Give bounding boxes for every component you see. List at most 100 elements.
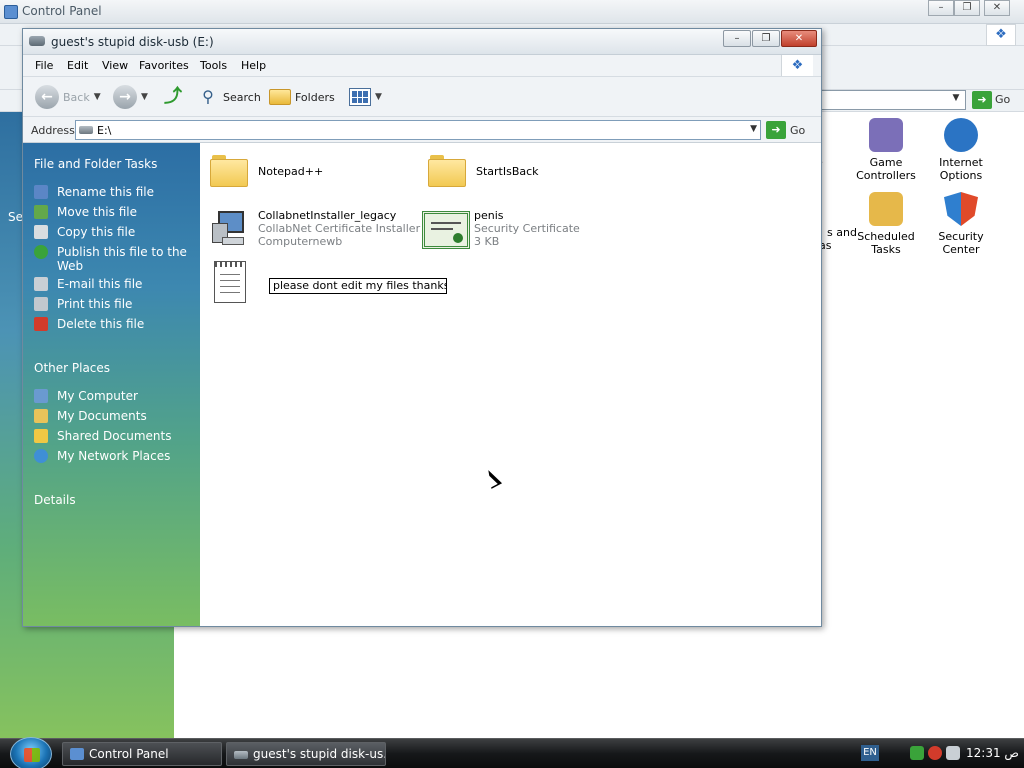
- task-print[interactable]: Print this file: [34, 297, 194, 311]
- minimize-button[interactable]: –: [723, 30, 751, 47]
- file-size: 3 KB: [474, 235, 500, 248]
- task-label: Copy this file: [57, 225, 136, 239]
- address-bar: Address E:\ ▼ ➜ Go: [23, 117, 821, 143]
- language-indicator[interactable]: EN: [861, 745, 879, 761]
- task-rename[interactable]: Rename this file: [34, 185, 194, 199]
- control-panel-address-input[interactable]: ▼: [820, 90, 966, 110]
- maximize-button[interactable]: ❐: [954, 0, 980, 16]
- task-label: Move this file: [57, 205, 137, 219]
- up-folder-icon: ⤴: [164, 86, 182, 107]
- chevron-down-icon[interactable]: ▼: [141, 92, 148, 102]
- file-folder-tasks-title[interactable]: File and Folder Tasks: [34, 157, 157, 171]
- place-my-documents[interactable]: My Documents: [34, 409, 194, 423]
- file-item-text[interactable]: please dont edit my files thanks -|: [214, 261, 474, 307]
- item-label: Scheduled Tasks: [857, 230, 915, 256]
- window-title: guest's stupid disk-usb (E:): [51, 35, 214, 49]
- menu-edit[interactable]: Edit: [67, 59, 88, 72]
- control-panel-title: Control Panel: [22, 4, 102, 18]
- control-panel-item-internet-options[interactable]: Internet Options: [923, 118, 999, 182]
- maximize-button[interactable]: ❐: [752, 30, 780, 47]
- menu-help[interactable]: Help: [241, 59, 266, 72]
- control-panel-item-scheduled-tasks[interactable]: Scheduled Tasks: [848, 192, 924, 256]
- minimize-button[interactable]: –: [928, 0, 954, 16]
- search-icon: ⚲: [202, 87, 214, 106]
- task-label: E-mail this file: [57, 277, 143, 291]
- other-places-title[interactable]: Other Places: [34, 361, 110, 375]
- task-move[interactable]: Move this file: [34, 205, 194, 219]
- address-input[interactable]: E:\ ▼: [75, 120, 761, 140]
- control-panel-icon: [70, 748, 84, 760]
- menu-view[interactable]: View: [102, 59, 128, 72]
- task-email[interactable]: E-mail this file: [34, 277, 194, 291]
- folder-icon: [210, 153, 248, 191]
- item-label: Security Center: [938, 230, 984, 256]
- start-button[interactable]: [10, 737, 52, 768]
- go-arrow-icon[interactable]: ➜: [972, 91, 992, 109]
- task-copy[interactable]: Copy this file: [34, 225, 194, 239]
- views-button[interactable]: ▼: [349, 85, 382, 109]
- folders-button[interactable]: Folders: [269, 85, 335, 109]
- copy-icon: [34, 225, 48, 239]
- scheduled-tasks-icon: [869, 192, 903, 226]
- shield-icon: [944, 192, 978, 226]
- rename-input[interactable]: please dont edit my files thanks -|: [269, 278, 447, 294]
- search-button[interactable]: ⚲ Search: [197, 85, 261, 109]
- taskbar-label: guest's stupid disk-us...: [253, 747, 386, 761]
- menu-bar: File Edit View Favorites Tools Help ❖: [23, 55, 821, 77]
- explorer-window: guest's stupid disk-usb (E:) – ❐ ✕ File …: [22, 28, 822, 627]
- task-publish-web[interactable]: Publish this file to the Web: [34, 245, 194, 273]
- tasks-pane: File and Folder Tasks Rename this file M…: [23, 143, 200, 626]
- file-item-folder[interactable]: Notepad++: [210, 153, 323, 191]
- taskbar-item-explorer[interactable]: guest's stupid disk-us...: [226, 742, 386, 766]
- up-button[interactable]: ⤴: [163, 85, 183, 109]
- network-icon[interactable]: [910, 746, 924, 760]
- go-button[interactable]: Go: [790, 124, 805, 137]
- menu-tools[interactable]: Tools: [200, 59, 227, 72]
- chevron-down-icon[interactable]: ▼: [375, 92, 382, 102]
- forward-button[interactable]: → ▼: [113, 85, 148, 109]
- back-label: Back: [63, 90, 90, 104]
- menu-favorites[interactable]: Favorites: [139, 59, 189, 72]
- my-computer-icon: [34, 389, 48, 403]
- task-label: Rename this file: [57, 185, 155, 199]
- place-network-places[interactable]: My Network Places: [34, 449, 194, 463]
- windows-logo-icon: [24, 748, 40, 762]
- file-name: CollabnetInstaller_legacy: [258, 209, 397, 222]
- chevron-down-icon[interactable]: ▼: [949, 93, 963, 107]
- menu-file[interactable]: File: [35, 59, 53, 72]
- chevron-down-icon[interactable]: ▼: [750, 124, 757, 134]
- file-item-folder[interactable]: StartIsBack: [428, 153, 539, 191]
- place-label: My Network Places: [57, 449, 171, 463]
- control-panel-item-game-controllers[interactable]: Game Controllers: [848, 118, 924, 182]
- search-label: Search: [223, 90, 261, 104]
- file-item-installer[interactable]: CollabnetInstaller_legacy CollabNet Cert…: [210, 209, 420, 248]
- place-my-computer[interactable]: My Computer: [34, 389, 194, 403]
- close-button[interactable]: ✕: [984, 0, 1010, 16]
- file-item-certificate[interactable]: penis Security Certificate 3 KB: [422, 209, 580, 249]
- task-delete[interactable]: Delete this file: [34, 317, 194, 331]
- forward-arrow-icon: →: [113, 85, 137, 109]
- chevron-down-icon[interactable]: ▼: [94, 92, 101, 102]
- task-label: Print this file: [57, 297, 133, 311]
- close-button[interactable]: ✕: [781, 30, 817, 47]
- item-label: Internet Options: [939, 156, 983, 182]
- drive-icon: [79, 126, 93, 134]
- control-panel-item-security-center[interactable]: Security Center: [923, 192, 999, 256]
- back-button[interactable]: ← Back ▼: [35, 85, 101, 109]
- network-places-icon: [34, 449, 48, 463]
- taskbar-item-control-panel[interactable]: Control Panel: [62, 742, 222, 766]
- email-icon: [34, 277, 48, 291]
- go-arrow-icon[interactable]: ➜: [766, 121, 786, 139]
- address-label: Address: [31, 124, 75, 137]
- clock[interactable]: 12:31 ص: [966, 746, 1019, 760]
- volume-icon[interactable]: [946, 746, 960, 760]
- go-button[interactable]: Go: [995, 93, 1010, 106]
- security-alert-icon[interactable]: [928, 746, 942, 760]
- windows-flag-icon: ❖: [986, 24, 1016, 46]
- place-shared-documents[interactable]: Shared Documents: [34, 429, 194, 443]
- details-title[interactable]: Details: [34, 493, 76, 507]
- control-panel-icon: [4, 5, 18, 19]
- file-type: CollabNet Certificate Installer: [258, 222, 421, 235]
- window-titlebar[interactable]: guest's stupid disk-usb (E:) – ❐ ✕: [23, 29, 821, 55]
- file-type: Security Certificate: [474, 222, 580, 235]
